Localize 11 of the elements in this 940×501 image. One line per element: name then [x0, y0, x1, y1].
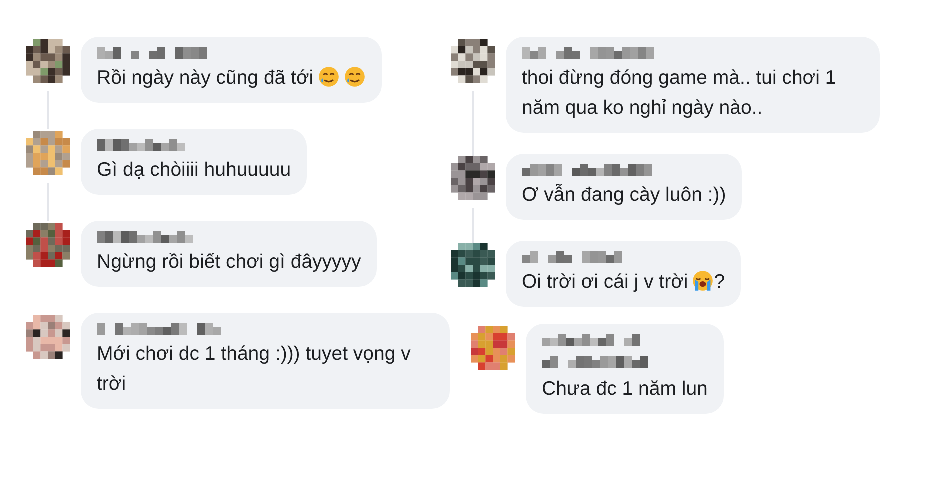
- comment-text: Ơ vẫn đang cày luôn :)): [522, 183, 726, 208]
- comment-text: Chưa đc 1 năm lun: [542, 377, 708, 402]
- comment-text: Ngừng rồi biết chơi gì đâyyyyy: [97, 250, 362, 275]
- comment-text: Rồi ngày này cũng đã tới: [97, 63, 366, 93]
- comment-text: thoi đừng đóng game mà.. tui chơi 1 năm qua ko nghỉ ngày nào..: [522, 66, 838, 121]
- comment-text: Gì dạ chòiiii huhuuuuu: [97, 158, 292, 183]
- comment-text: Oi trời ơi cái j v trời ?: [522, 269, 726, 295]
- smiling-tear-emoji-icon: [344, 66, 366, 88]
- comment-text: Mới chơi dc 1 tháng :))) tuyet vọng v trời: [97, 342, 412, 397]
- smiling-tear-emoji-icon: [318, 66, 340, 88]
- crying-face-emoji-icon: [692, 270, 714, 292]
